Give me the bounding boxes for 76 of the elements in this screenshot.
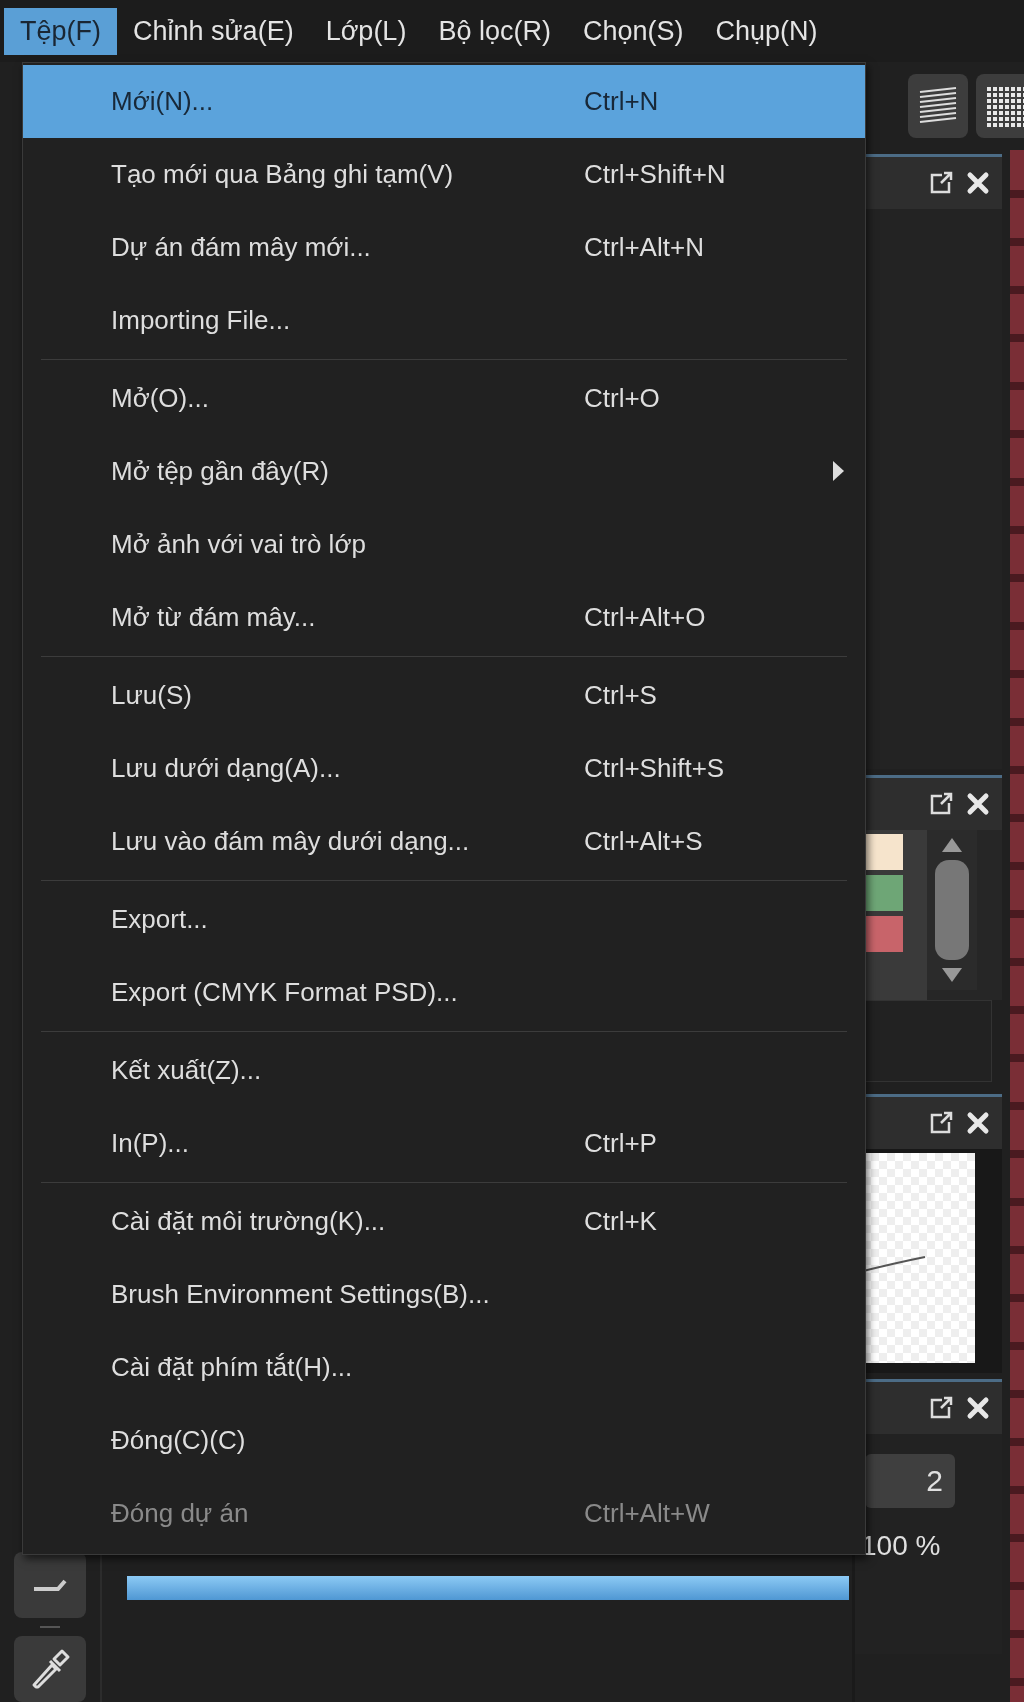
pop-out-icon[interactable]: [928, 1395, 954, 1421]
shortcut-label: Ctrl+Shift+N: [584, 159, 726, 190]
menu-item[interactable]: Mở ảnh với vai trò lớp: [23, 508, 865, 581]
menu-item[interactable]: Brush Environment Settings(B)...: [23, 1258, 865, 1331]
pop-out-icon[interactable]: [928, 170, 954, 196]
close-icon[interactable]: [966, 1396, 990, 1420]
menu-item-label: Export...: [111, 904, 209, 935]
menu-item-label: Mở(O)...: [111, 383, 210, 414]
menu-item-label: Mở tệp gần đây(R): [111, 456, 330, 487]
close-icon[interactable]: [966, 1111, 990, 1135]
shortcut-label: Ctrl+S: [584, 680, 657, 711]
lines-button[interactable]: [908, 74, 968, 138]
menu-item[interactable]: Mở(O)... Ctrl+O: [23, 362, 865, 435]
pop-out-icon[interactable]: [928, 791, 954, 817]
menu-item-label: Lưu(S): [111, 680, 193, 711]
shortcut-label: Ctrl+Alt+N: [584, 232, 704, 263]
menu-bar-item[interactable]: Tệp(F): [4, 7, 117, 55]
menu-item[interactable]: Lưu(S) Ctrl+S: [23, 659, 865, 732]
menu-item[interactable]: Mới(N)... Ctrl+N: [23, 65, 865, 138]
shortcut-label: Ctrl+K: [584, 1206, 657, 1237]
menu-bar-item[interactable]: Chỉnh sửa(E): [117, 7, 310, 55]
check-icon: [32, 1578, 68, 1592]
menu-item-label: Đóng(C)(C): [111, 1425, 247, 1456]
menu-item-label: Importing File...: [111, 305, 292, 336]
menu-item-label: Đóng dự án: [111, 1498, 250, 1529]
color-swatch[interactable]: [863, 916, 903, 952]
menu-bar-item[interactable]: Chọn(S): [566, 7, 700, 55]
menu-item-label: Kết xuất(Z)...: [111, 1055, 263, 1086]
menu-item-label: Cài đặt môi trường(K)...: [111, 1206, 387, 1237]
menu-item-label: Tạo mới qua Bảng ghi tạm(V): [111, 159, 455, 190]
menu-item[interactable]: Cài đặt phím tắt(H)...: [23, 1331, 865, 1404]
menu-item-label: Cài đặt phím tắt(H)...: [111, 1352, 354, 1383]
menu-item[interactable]: Export...: [23, 883, 865, 956]
color-swatch[interactable]: [863, 875, 903, 911]
menu-item-label: Lưu dưới dạng(A)...: [111, 753, 342, 784]
grid-icon: [984, 84, 1024, 128]
eyedropper-button[interactable]: [14, 1636, 86, 1702]
scrollbar-drawing[interactable]: [927, 830, 977, 990]
menu-item[interactable]: In(P)... Ctrl+P: [23, 1107, 865, 1180]
menu-item-label: Brush Environment Settings(B)...: [111, 1279, 491, 1310]
menu-item[interactable]: Lưu dưới dạng(A)... Ctrl+Shift+S: [23, 732, 865, 805]
menu-item[interactable]: Tạo mới qua Bảng ghi tạm(V) Ctrl+Shift+N: [23, 138, 865, 211]
menu-bar-item[interactable]: Chụp(N): [699, 7, 834, 55]
menu-item-label: Mở từ đám mây...: [111, 602, 317, 633]
menu-item-label: Export (CMYK Format PSD)...: [111, 977, 459, 1008]
menu-item-label: Mở ảnh với vai trò lớp: [111, 529, 367, 560]
close-icon[interactable]: [966, 171, 990, 195]
shortcut-label: Ctrl+Alt+W: [584, 1498, 710, 1529]
shortcut-label: Ctrl+O: [584, 383, 660, 414]
menu-item[interactable]: Lưu vào đám mây dưới dạng... Ctrl+Alt+S: [23, 805, 865, 878]
menu-bar-item[interactable]: Bộ lọc(R): [422, 7, 567, 55]
grid-button[interactable]: [976, 74, 1024, 138]
menu-item[interactable]: Dự án đám mây mới... Ctrl+Alt+N: [23, 211, 865, 284]
menu-item[interactable]: Kết xuất(Z)...: [23, 1034, 865, 1107]
menu-item[interactable]: Mở tệp gần đây(R): [23, 435, 865, 508]
menu-item-label: Mới(N)...: [111, 86, 215, 117]
shortcut-label: Ctrl+Alt+S: [584, 826, 703, 857]
menu-item-label: Dự án đám mây mới...: [111, 232, 372, 263]
menu-bar-item[interactable]: Lớp(L): [309, 7, 423, 55]
menu-item[interactable]: Cài đặt môi trường(K)... Ctrl+K: [23, 1185, 865, 1258]
shortcut-label: Ctrl+N: [584, 86, 659, 117]
menu-item[interactable]: Importing File...: [23, 284, 865, 357]
menu-item[interactable]: Mở từ đám mây... Ctrl+Alt+O: [23, 581, 865, 654]
pop-out-icon[interactable]: [928, 1110, 954, 1136]
close-icon[interactable]: [966, 792, 990, 816]
number-field[interactable]: 2: [865, 1454, 955, 1508]
opacity-slider[interactable]: [127, 1576, 849, 1600]
shortcut-label: Ctrl+P: [584, 1128, 657, 1159]
menu-item-label: Lưu vào đám mây dưới dạng...: [111, 826, 471, 857]
menu-item[interactable]: Export (CMYK Format PSD)...: [23, 956, 865, 1029]
menu-item-label: In(P)...: [111, 1128, 190, 1159]
menu-item[interactable]: Đóng(C)(C): [23, 1404, 865, 1477]
color-swatch[interactable]: [863, 834, 903, 870]
tool-button[interactable]: [14, 1552, 86, 1618]
shortcut-label: Ctrl+Shift+S: [584, 753, 725, 784]
shortcut-label: Ctrl+Alt+O: [584, 602, 706, 633]
